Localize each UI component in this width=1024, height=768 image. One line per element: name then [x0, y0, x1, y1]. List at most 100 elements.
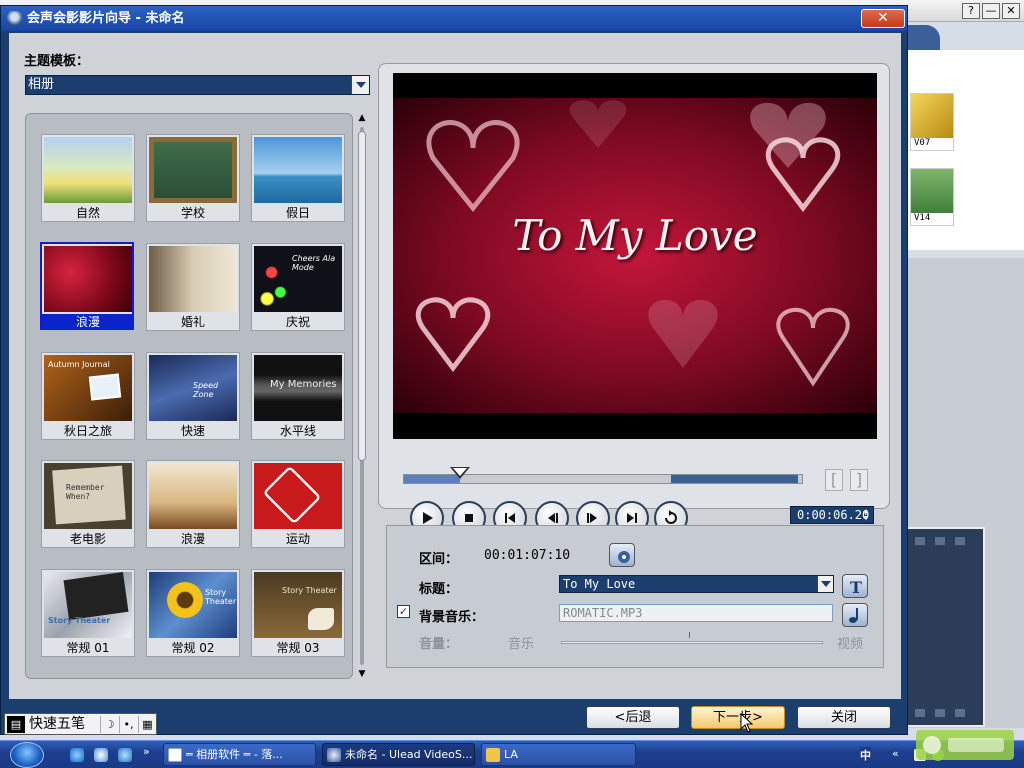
template-thumb-old-movie[interactable]: Remember When? 老电影 — [41, 460, 135, 548]
library-item-thumbnail — [911, 169, 953, 213]
library-item[interactable]: V14 — [910, 168, 954, 226]
clock-gear-icon — [618, 551, 630, 563]
thumbnail-text: Story Theater — [48, 616, 111, 625]
taskbar-item-active[interactable]: 未命名 - Ulead VideoS... — [322, 743, 475, 766]
thumbnail-text: Story Theater — [282, 586, 337, 595]
tray-expand-icon[interactable]: « — [892, 747, 899, 760]
title-value: To My Love — [563, 577, 636, 591]
thumbnail-scrollbar[interactable]: ▲ ▼ — [356, 113, 368, 679]
template-category-value: 相册 — [28, 77, 55, 92]
volume-slider-thumb[interactable] — [689, 632, 691, 638]
taskbar-item[interactable]: LA — [481, 743, 636, 766]
chevron-down-icon[interactable] — [817, 576, 833, 592]
tray-ime-indicator[interactable]: 中 — [860, 747, 871, 763]
scroll-down-icon[interactable]: ▼ — [356, 669, 368, 679]
thumbnail-image — [44, 137, 132, 203]
template-label: 庆祝 — [285, 315, 310, 329]
ime-name: 快速五笔 — [29, 716, 85, 732]
ime-toolbar[interactable]: ▤ 快速五笔 ☽ •, ▦ — [4, 713, 157, 735]
template-thumb-autumn[interactable]: Autumn Journal 秋日之旅 — [41, 352, 135, 440]
next-frame-icon — [587, 513, 597, 523]
timeline-handle[interactable] — [449, 467, 470, 479]
ime-logo-icon[interactable]: ▤ — [7, 716, 25, 733]
template-label: 常规 02 — [171, 641, 215, 655]
timeline-trim-range — [670, 475, 799, 483]
template-thumb-general-03[interactable]: Story Theater 常规 03 — [251, 569, 345, 657]
thumbnail-image: Story Theater — [254, 572, 342, 638]
help-button[interactable]: ? — [962, 3, 980, 19]
template-thumb-horizon[interactable]: My Memories 水平线 — [251, 352, 345, 440]
template-thumb-general-02[interactable]: Story Theater 常规 02 — [146, 569, 240, 657]
volume-video-label: 视频 — [837, 637, 864, 652]
back-button[interactable]: <后退 — [586, 706, 680, 729]
background-music-checkbox[interactable]: ✓ — [397, 605, 410, 618]
background-music-file[interactable]: ROMATIC.MP3 — [559, 604, 833, 622]
thumbnail-text: Cheers Ala Mode — [292, 254, 336, 272]
dialog-close-button[interactable]: ✕ — [861, 9, 905, 28]
ie-icon[interactable] — [70, 748, 84, 762]
template-thumb-nature[interactable]: 自然 — [41, 134, 135, 222]
close-button[interactable]: 关闭 — [797, 706, 891, 729]
preview-screen: To My Love — [393, 73, 877, 439]
title-select[interactable]: To My Love — [559, 575, 834, 593]
quick-launch-icon[interactable] — [94, 748, 108, 762]
title-label: 标题： — [419, 582, 459, 597]
timecode-display[interactable]: 0:00:06.20 ▲ ▼ — [790, 506, 874, 524]
template-label: 学校 — [180, 206, 205, 220]
music-settings-button[interactable] — [842, 603, 868, 627]
background-music-label: 背景音乐： — [419, 610, 485, 625]
library-item-thumbnail — [911, 94, 953, 138]
preview-timeline[interactable] — [403, 467, 803, 484]
mouse-cursor-icon — [740, 713, 754, 733]
duration-settings-button[interactable] — [609, 543, 635, 567]
repeat-icon — [665, 510, 677, 524]
start-button[interactable] — [10, 742, 44, 768]
thumbnail-image — [254, 137, 342, 203]
template-thumb-general-01[interactable]: Story Theater 常规 01 — [41, 569, 135, 657]
library-item[interactable]: V07 — [910, 93, 954, 151]
thumbnail-text: Story Theater — [205, 588, 237, 606]
volume-balance-slider[interactable] — [561, 641, 823, 644]
template-thumb-holiday[interactable]: 假日 — [251, 134, 345, 222]
filmstrip-graphic — [905, 527, 985, 727]
chevron-down-icon[interactable] — [351, 76, 369, 94]
skip-start-icon — [505, 513, 515, 523]
duration-label: 区间： — [419, 552, 459, 567]
taskbar: » ═ 相册软件 ═ - 落... 未命名 - Ulead VideoS... … — [0, 740, 1024, 768]
template-thumb-wedding[interactable]: 婚礼 — [146, 243, 240, 331]
template-category-select[interactable]: 相册 — [25, 75, 370, 95]
punctuation-icon[interactable]: •, — [119, 716, 137, 733]
close-button[interactable]: ✕ — [1002, 3, 1020, 19]
template-label: 运动 — [285, 532, 310, 546]
thumbnail-image: Speed Zone — [149, 355, 237, 421]
template-thumb-celebration[interactable]: Cheers Ala Mode 庆祝 — [251, 243, 345, 331]
mark-in-button[interactable]: [ — [825, 469, 843, 491]
template-thumb-school[interactable]: 学校 — [146, 134, 240, 222]
scroll-up-icon[interactable]: ▲ — [356, 113, 368, 123]
quick-launch-more-icon[interactable]: » — [143, 745, 150, 758]
template-thumb-romance-2[interactable]: 浪漫 — [146, 460, 240, 548]
thumbnail-image — [149, 246, 237, 312]
soft-keyboard-icon[interactable]: ▦ — [138, 716, 156, 733]
thumbnail-image: Story Theater — [44, 572, 132, 638]
minimize-button[interactable]: — — [982, 3, 1000, 19]
title-font-button[interactable]: T — [842, 574, 868, 598]
dialog-titlebar[interactable]: 会声会影影片向导 - 未命名 ✕ — [1, 6, 907, 31]
template-label: 浪漫 — [180, 532, 205, 546]
half-width-icon[interactable]: ☽ — [100, 716, 118, 733]
dialog-body: 主题模板： 相册 自然 学校 假日 浪漫 婚礼 Cheers Ala Mode … — [9, 33, 901, 699]
scroll-thumb[interactable] — [358, 131, 366, 461]
template-label: 常规 03 — [276, 641, 320, 655]
next-button[interactable]: 下一步> — [691, 706, 785, 729]
template-thumb-sports[interactable]: 运动 — [251, 460, 345, 548]
search-icon[interactable] — [118, 748, 132, 762]
timecode-spinner-icon[interactable]: ▲ ▼ — [864, 508, 872, 522]
template-label: 自然 — [75, 206, 100, 220]
taskbar-item[interactable]: ═ 相册软件 ═ - 落... — [163, 743, 316, 766]
thumbnail-text: Autumn Journal — [48, 360, 110, 369]
thumbnail-image: Remember When? — [44, 463, 132, 529]
skip-end-icon — [627, 513, 637, 523]
template-thumb-speed[interactable]: Speed Zone 快速 — [146, 352, 240, 440]
mark-out-button[interactable]: ] — [850, 469, 868, 491]
template-thumb-romance[interactable]: 浪漫 — [40, 242, 134, 330]
